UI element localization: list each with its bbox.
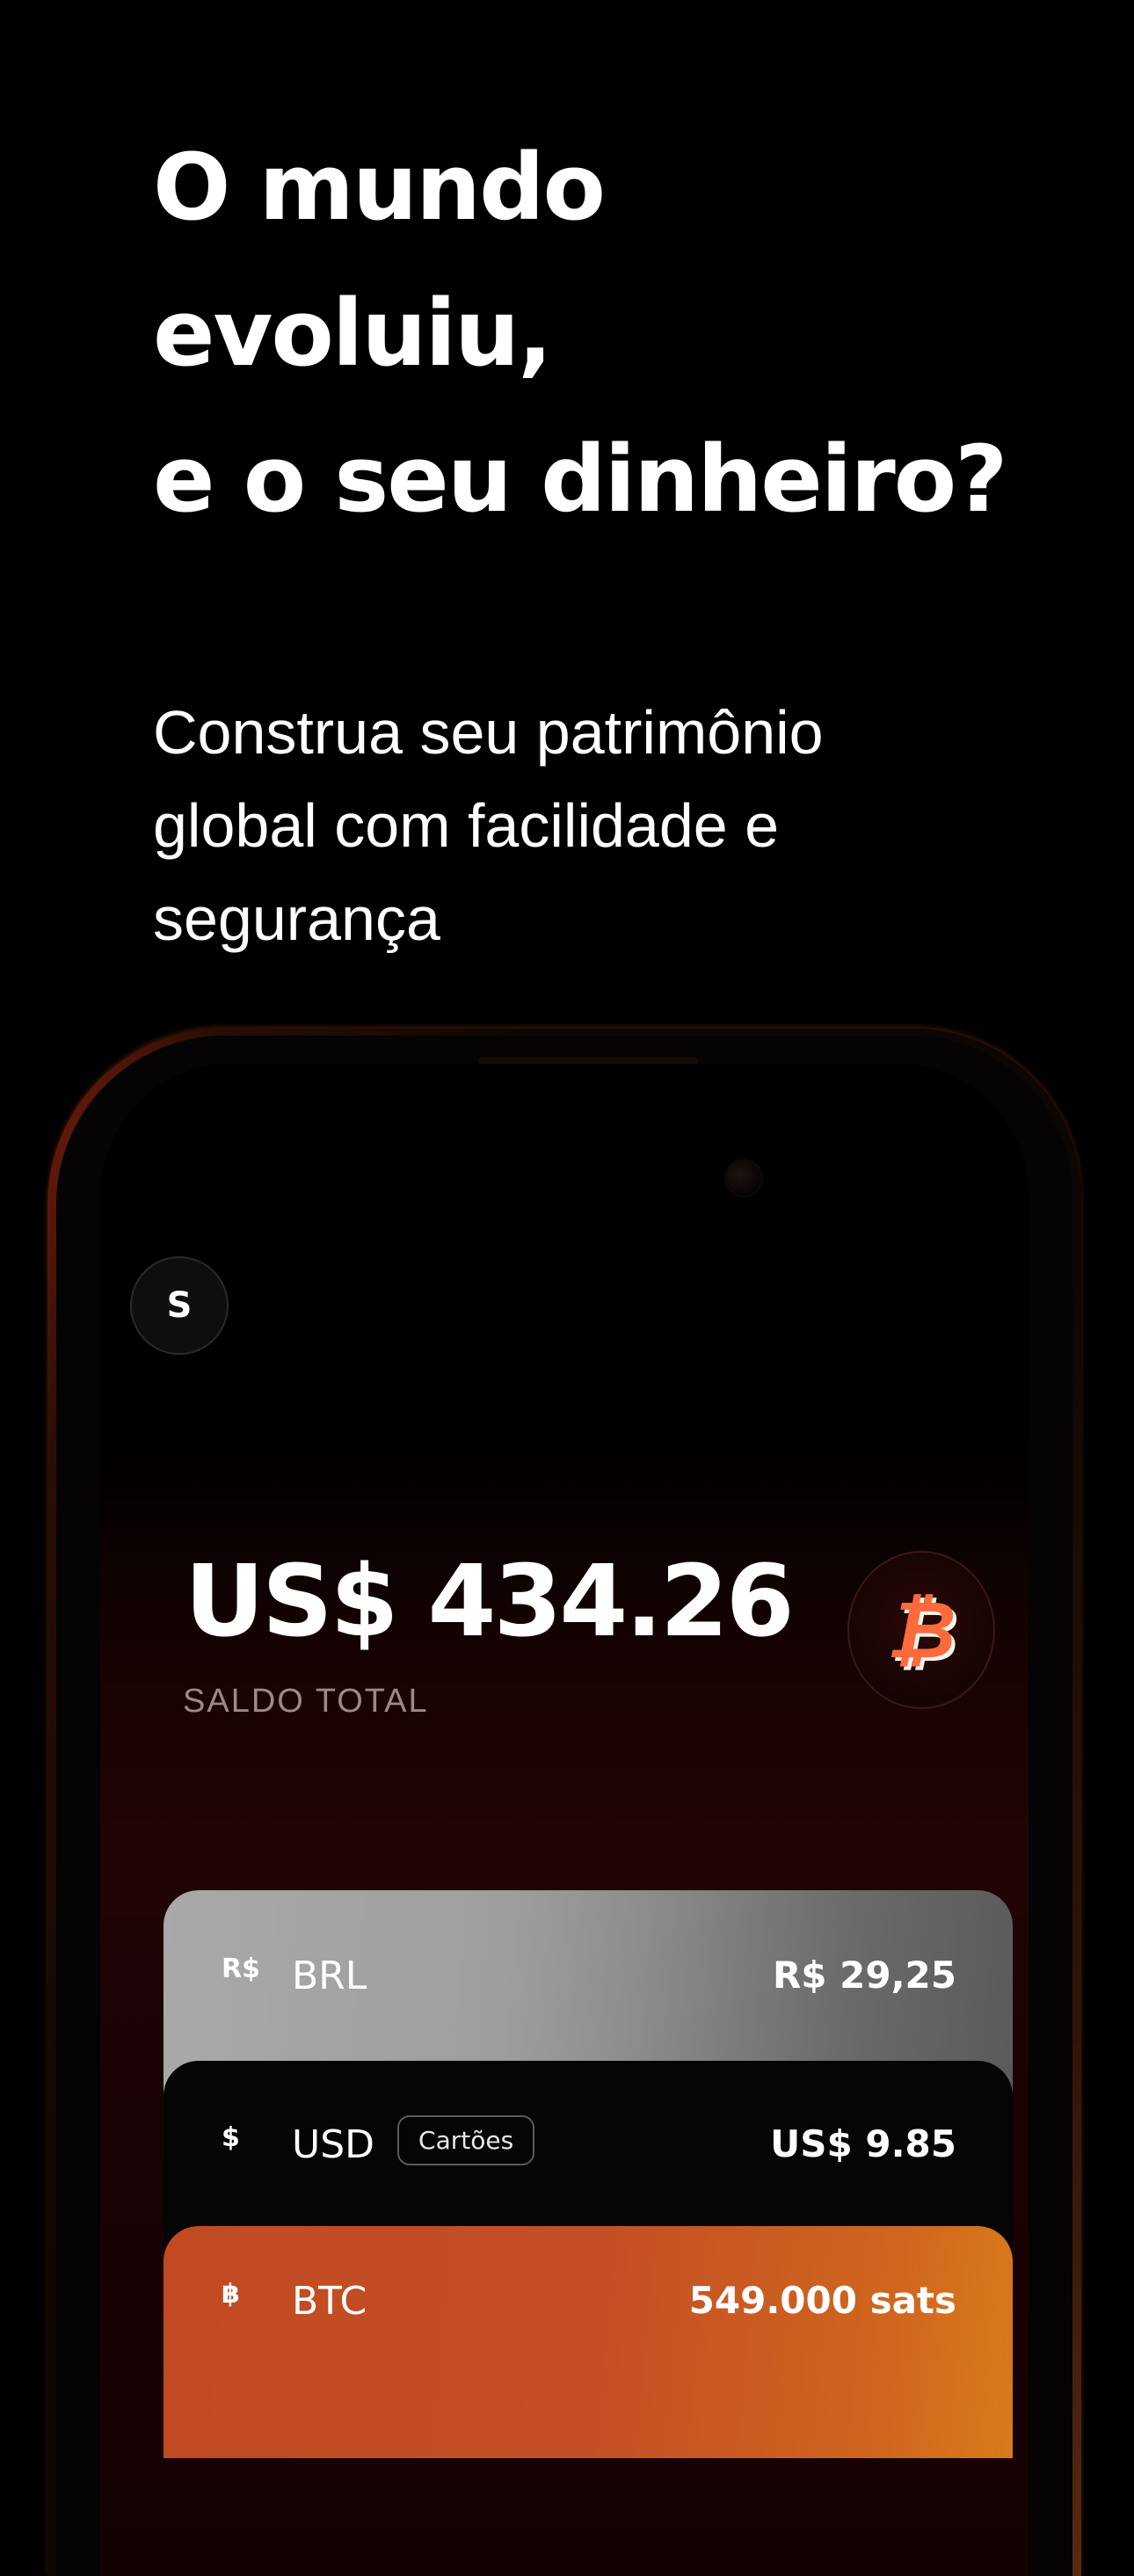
account-amount: 549.000 sats <box>688 2279 956 2322</box>
headline-line-3: e o seu dinheiro? <box>153 426 1008 533</box>
avatar-initial: S <box>166 1285 193 1326</box>
subtitle-line-3: segurança <box>153 884 440 953</box>
cards-tag-button[interactable]: Cartões <box>397 2115 535 2165</box>
headline: O mundo evoluiu, e o seu dinheiro? <box>153 114 1032 552</box>
subtitle-line-2: global com facilidade e <box>153 791 780 860</box>
front-camera <box>724 1159 763 1197</box>
brl-symbol-icon: R$ <box>222 1954 260 1984</box>
btc-symbol-icon: ฿ <box>222 2279 240 2310</box>
account-code: USD <box>292 2122 375 2167</box>
total-balance-label: SALDO TOTAL <box>183 1683 429 1720</box>
account-amount: R$ 29,25 <box>772 1954 956 1997</box>
usd-symbol-icon: $ <box>222 2122 240 2153</box>
bitcoin-button[interactable]: ₿ <box>847 1551 995 1709</box>
account-amount: US$ 9.85 <box>770 2122 956 2165</box>
total-balance: US$ 434.26 <box>185 1545 795 1659</box>
headline-line-2: evoluiu, <box>153 280 553 387</box>
bitcoin-icon: ₿ <box>886 1583 956 1677</box>
account-code: BRL <box>292 1954 367 1998</box>
headline-line-1: O mundo <box>153 134 606 241</box>
account-card-btc[interactable]: ฿ BTC 549.000 sats <box>164 2226 1013 2458</box>
subtitle: Construa seu patrimônio global com facil… <box>153 686 944 965</box>
profile-avatar[interactable]: S <box>130 1256 229 1355</box>
subtitle-line-1: Construa seu patrimônio <box>153 698 824 767</box>
account-code: BTC <box>292 2279 367 2324</box>
